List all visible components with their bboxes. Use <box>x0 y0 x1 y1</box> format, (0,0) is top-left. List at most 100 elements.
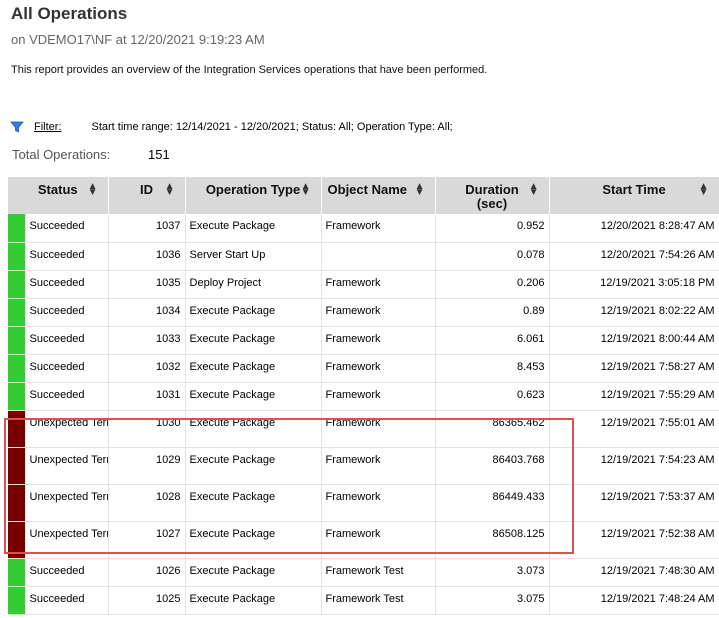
id-cell: 1036 <box>108 242 186 271</box>
id-cell: 1028 <box>108 484 186 522</box>
table-row: Succeeded 1035 Deploy Project Framework 0.20… <box>8 270 719 299</box>
start-time-cell: 12/19/2021 8:02:22 AM <box>549 298 719 327</box>
duration-cell: 86449.433 <box>435 484 550 522</box>
id-cell: 1030 <box>108 410 186 448</box>
table-row: Unexpected Termination1029Execute Packag… <box>8 447 719 485</box>
start-time-cell: 12/19/2021 7:52:38 AM <box>549 521 719 559</box>
table-row: Succeeded 1033 Execute Package Framework 6.0… <box>8 326 719 355</box>
operation-type-cell: Execute Package <box>185 354 322 383</box>
start-time-cell: 12/19/2021 7:53:37 AM <box>549 484 719 522</box>
status-color-indicator <box>8 298 26 327</box>
total-operations-label: Total Operations: <box>12 147 111 162</box>
operation-type-cell: Execute Package <box>185 214 322 243</box>
sort-icon[interactable]: ▲ ▼ <box>529 182 539 198</box>
table-row: Succeeded 1032 Execute Package Framework 8.4… <box>8 354 719 383</box>
object-name-cell: Framework <box>321 484 436 522</box>
status-color-indicator <box>8 447 26 485</box>
status-cell: Unexpected Termination <box>25 447 109 485</box>
filter-link[interactable]: Filter: <box>34 121 62 133</box>
status-cell: Succeeded <box>25 214 109 243</box>
id-cell: 1032 <box>108 354 186 383</box>
id-cell: 1025 <box>108 586 186 615</box>
start-time-cell: 12/19/2021 8:00:44 AM <box>549 326 719 355</box>
status-color-indicator <box>8 326 26 355</box>
duration-cell: 0.206 <box>435 270 550 299</box>
sort-icon[interactable]: ▲ ▼ <box>301 182 311 198</box>
table-row: Succeeded 1025 Execute Package Framework Te… <box>8 586 719 615</box>
duration-cell: 86508.125 <box>435 521 550 559</box>
id-cell: 1037 <box>108 214 186 243</box>
start-time-cell: 12/19/2021 7:55:29 AM <box>549 382 719 411</box>
duration-cell: 86403.768 <box>435 447 550 485</box>
column-header-id[interactable]: ID ▲ ▼ <box>108 177 186 214</box>
status-color-indicator <box>8 354 26 383</box>
duration-cell: 8.453 <box>435 354 550 383</box>
operation-type-cell: Execute Package <box>185 484 322 522</box>
status-cell: Succeeded <box>25 242 109 271</box>
column-header-status[interactable]: Status ▲ ▼ <box>8 177 109 214</box>
table-row: Succeeded 1031 Execute Package Framework 0.6… <box>8 382 719 411</box>
total-operations-value: 151 <box>148 147 170 162</box>
sort-icon[interactable]: ▲ ▼ <box>699 182 709 198</box>
operation-type-cell: Server Start Up <box>185 242 322 271</box>
duration-cell: 6.061 <box>435 326 550 355</box>
table-row: Succeeded 1037 Execute Package Framework 0.9… <box>8 214 719 243</box>
status-cell: Succeeded <box>25 382 109 411</box>
status-cell: Unexpected Termination <box>25 410 109 448</box>
sort-icon[interactable]: ▲ ▼ <box>88 182 98 198</box>
id-cell: 1027 <box>108 521 186 559</box>
table-header-row: Status ▲ ▼ ID ▲ ▼ Operation Type ▲ ▼ Object… <box>8 177 719 214</box>
object-name-cell: Framework <box>321 214 436 243</box>
start-time-cell: 12/19/2021 7:54:23 AM <box>549 447 719 485</box>
column-header-duration[interactable]: Duration (sec) ▲ ▼ <box>435 177 550 214</box>
object-name-cell: Framework <box>321 521 436 559</box>
operations-table: Status ▲ ▼ ID ▲ ▼ Operation Type ▲ ▼ Object… <box>8 177 719 615</box>
object-name-cell <box>321 242 436 271</box>
id-cell: 1029 <box>108 447 186 485</box>
object-name-cell: Framework <box>321 354 436 383</box>
status-cell: Unexpected Termination <box>25 521 109 559</box>
start-time-cell: 12/19/2021 7:55:01 AM <box>549 410 719 448</box>
duration-cell: 0.078 <box>435 242 550 271</box>
start-time-cell: 12/19/2021 7:48:24 AM <box>549 586 719 615</box>
status-cell: Succeeded <box>25 270 109 299</box>
sort-icon[interactable]: ▲ ▼ <box>415 182 425 198</box>
status-color-indicator <box>8 521 26 559</box>
report-title: All Operations <box>11 4 128 23</box>
filter-row: Filter: Start time range: 12/14/2021 - 1… <box>10 118 453 136</box>
report-subtitle: on VDEMO17\NF at 12/20/2021 9:19:23 AM <box>11 32 265 47</box>
status-color-indicator <box>8 214 26 243</box>
object-name-cell: Framework <box>321 410 436 448</box>
report-description: This report provides an overview of the … <box>11 64 488 76</box>
status-color-indicator <box>8 410 26 448</box>
operation-type-cell: Execute Package <box>185 326 322 355</box>
start-time-cell: 12/19/2021 7:48:30 AM <box>549 558 719 587</box>
id-cell: 1034 <box>108 298 186 327</box>
object-name-cell: Framework <box>321 270 436 299</box>
column-header-operation-type[interactable]: Operation Type ▲ ▼ <box>185 177 322 214</box>
sort-icon[interactable]: ▲ ▼ <box>165 182 175 198</box>
status-cell: Succeeded <box>25 354 109 383</box>
duration-cell: 3.073 <box>435 558 550 587</box>
status-color-indicator <box>8 484 26 522</box>
start-time-cell: 12/19/2021 7:58:27 AM <box>549 354 719 383</box>
table-row: Unexpected Termination1030Execute Packag… <box>8 410 719 448</box>
operation-type-cell: Execute Package <box>185 382 322 411</box>
id-cell: 1031 <box>108 382 186 411</box>
funnel-icon[interactable] <box>10 120 24 134</box>
operations-table-body: Succeeded 1037 Execute Package Framework 0.9… <box>8 214 719 615</box>
start-time-cell: 12/20/2021 8:28:47 AM <box>549 214 719 243</box>
status-cell: Succeeded <box>25 558 109 587</box>
object-name-cell: Framework <box>321 298 436 327</box>
id-cell: 1033 <box>108 326 186 355</box>
object-name-cell: Framework Test <box>321 558 436 587</box>
column-header-object-name[interactable]: Object Name ▲ ▼ <box>321 177 436 214</box>
operation-type-cell: Execute Package <box>185 586 322 615</box>
status-color-indicator <box>8 558 26 587</box>
duration-cell: 0.623 <box>435 382 550 411</box>
start-time-cell: 12/19/2021 3:05:18 PM <box>549 270 719 299</box>
status-color-indicator <box>8 382 26 411</box>
duration-cell: 3.075 <box>435 586 550 615</box>
column-header-start-time[interactable]: Start Time ▲ ▼ <box>549 177 719 214</box>
object-name-cell: Framework <box>321 447 436 485</box>
